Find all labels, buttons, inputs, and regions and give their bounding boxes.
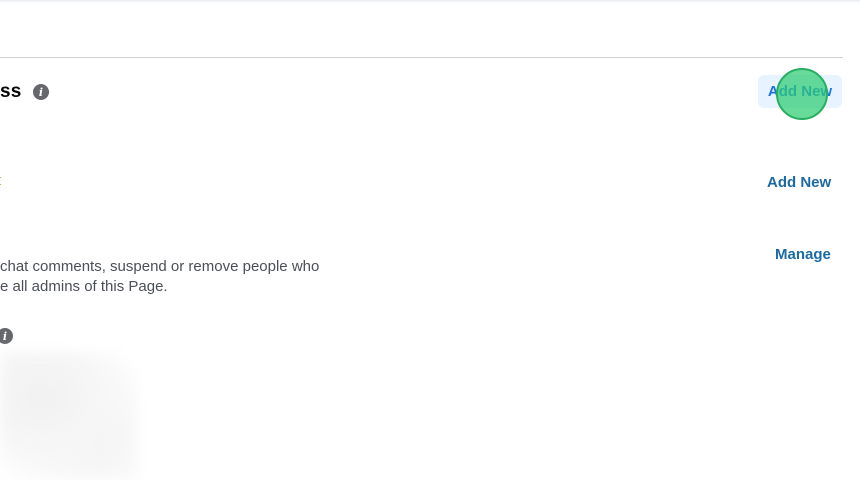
info-icon[interactable]: i bbox=[0, 328, 13, 344]
info-icon[interactable]: i bbox=[33, 84, 49, 100]
description-line-2: e all admins of this Page. bbox=[0, 278, 168, 295]
add-new-button[interactable]: Add New bbox=[758, 75, 842, 108]
section-title: ss bbox=[0, 81, 22, 102]
row-label-partial: t bbox=[0, 172, 1, 189]
description-line-1: chat comments, suspend or remove people … bbox=[0, 258, 320, 275]
manage-link[interactable]: Manage bbox=[775, 246, 831, 263]
section-divider bbox=[0, 57, 843, 58]
top-bar-shadow bbox=[0, 0, 860, 3]
blurred-thumbnail bbox=[0, 352, 138, 480]
add-new-link[interactable]: Add New bbox=[767, 174, 831, 191]
moderator-description: chat comments, suspend or remove people … bbox=[0, 257, 340, 297]
